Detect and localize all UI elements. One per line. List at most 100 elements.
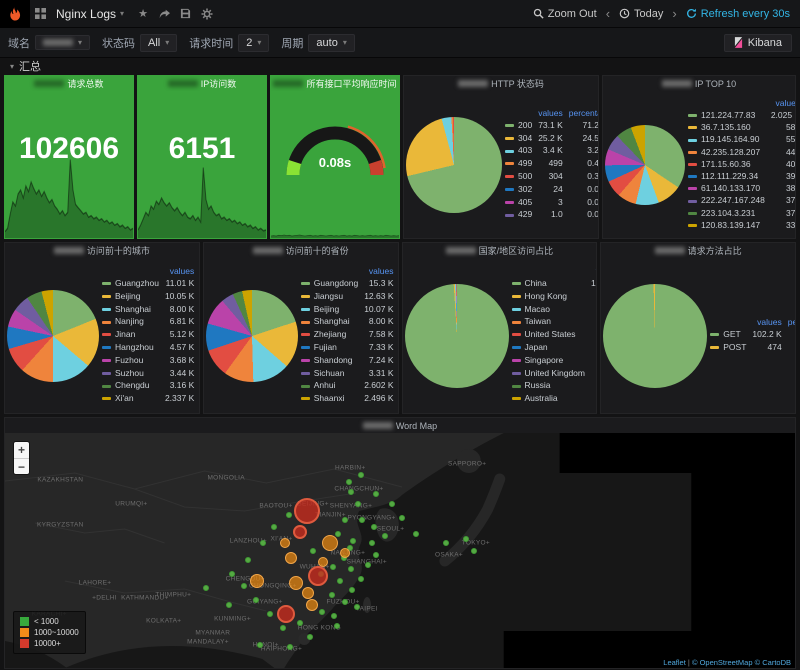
legend-row-Jinan[interactable]: Jinan5.12 K8.79% — [99, 328, 200, 341]
legend-row-Guangdong[interactable]: Guangdong15.3 K19.95% — [298, 277, 399, 290]
map-marker-green[interactable] — [355, 501, 361, 507]
panel-title[interactable]: HTTP 状态码 — [404, 76, 598, 91]
legend-row-499[interactable]: 4994990.49% — [502, 157, 599, 170]
http-status-pie-chart[interactable] — [406, 117, 502, 213]
map-marker-green[interactable] — [358, 576, 364, 582]
map-marker-green[interactable] — [369, 540, 375, 546]
legend-row-Jiangsu[interactable]: Jiangsu12.63 K16.46% — [298, 290, 399, 303]
legend-row-304[interactable]: 30425.2 K24.57% — [502, 132, 599, 145]
map-marker-orange[interactable] — [322, 535, 338, 551]
save-icon[interactable] — [180, 8, 191, 19]
panel-title[interactable]: IP访问数 — [138, 76, 266, 91]
map-marker-green[interactable] — [245, 557, 251, 563]
legend-row-Beijing[interactable]: Beijing10.05 K17.27% — [99, 290, 200, 303]
time-forward-chevron[interactable]: › — [672, 6, 676, 21]
panel-title[interactable]: Word Map — [5, 418, 795, 433]
legend-row-Australia[interactable]: Australia240.02% — [509, 392, 598, 405]
map-marker-green[interactable] — [319, 609, 325, 615]
map-marker-green[interactable] — [267, 611, 273, 617]
map-marker-green[interactable] — [348, 566, 354, 572]
legend-row-POST[interactable]: POST4740.46% — [707, 341, 796, 354]
zoom-out-button[interactable]: Zoom Out — [533, 8, 597, 20]
map-marker-green[interactable] — [310, 548, 316, 554]
map-marker-red[interactable] — [308, 566, 328, 586]
legend-row-403[interactable]: 4033.4 K3.29% — [502, 144, 599, 157]
panel-title[interactable]: 请求总数 — [5, 76, 133, 91]
map-marker-green[interactable] — [286, 512, 292, 518]
map-marker-green[interactable] — [413, 531, 419, 537]
ip-top10-pie-chart[interactable] — [605, 125, 685, 205]
panel-title[interactable]: 请求方法占比 — [601, 243, 795, 258]
legend-row-223.104.3.231[interactable]: 223.104.3.2313776.41% — [685, 207, 796, 219]
map-marker-red[interactable] — [277, 605, 295, 623]
legend-row-500[interactable]: 5003040.30% — [502, 170, 599, 183]
dashboard-title[interactable]: Nginx Logs ▾ — [56, 7, 124, 21]
variable-request-time-select[interactable]: 2▾ — [238, 34, 269, 52]
map-marker-green[interactable] — [330, 564, 336, 570]
legend-row-112.111.229.34[interactable]: 112.111.229.343946.70% — [685, 170, 796, 182]
map-marker-green[interactable] — [307, 634, 313, 640]
map-marker-green[interactable] — [463, 536, 469, 542]
map-marker-green[interactable] — [337, 578, 343, 584]
map-marker-green[interactable] — [297, 620, 303, 626]
legend-row-Shandong[interactable]: Shandong7.24 K9.44% — [298, 354, 399, 367]
legend-row-120.83.139.147[interactable]: 120.83.139.1473375.73% — [685, 219, 796, 231]
legend-row-Fujian[interactable]: Fujian7.33 K9.55% — [298, 341, 399, 354]
variable-domain-select[interactable]: ▾ — [35, 35, 90, 50]
panel-title[interactable]: 所有接口平均响应时间 — [271, 76, 399, 91]
leaflet-link[interactable]: Leaflet — [663, 658, 686, 667]
legend-row-Macao[interactable]: Macao3180.31% — [509, 303, 598, 316]
share-icon[interactable] — [158, 8, 170, 20]
time-back-chevron[interactable]: ‹ — [606, 6, 610, 21]
legend-row-222.247.167.248[interactable]: 222.247.167.2483796.44% — [685, 194, 796, 206]
map-marker-red[interactable] — [294, 498, 320, 524]
map-marker-green[interactable] — [271, 524, 277, 530]
top-provinces-pie-chart[interactable] — [206, 290, 298, 382]
methods-pie-chart[interactable] — [603, 284, 707, 388]
legend-row-Shanghai[interactable]: Shanghai8.00 K10.43% — [298, 315, 399, 328]
legend-row-Shaanxi[interactable]: Shaanxi2.496 K3.25% — [298, 392, 399, 405]
panel-title[interactable]: 访问前十的城市 — [5, 243, 199, 258]
panel-title[interactable]: IP TOP 10 — [603, 76, 795, 91]
map-marker-green[interactable] — [331, 613, 337, 619]
legend-row-302[interactable]: 302240.02% — [502, 183, 599, 196]
map-marker-green[interactable] — [443, 540, 449, 546]
map-zoom-in-button[interactable]: + — [14, 442, 29, 458]
map-marker-green[interactable] — [373, 552, 379, 558]
legend-row-171.15.60.36[interactable]: 171.15.60.364006.80% — [685, 158, 796, 170]
map-marker-orange[interactable] — [302, 587, 314, 599]
kibana-button[interactable]: Kibana — [724, 34, 792, 52]
map-marker-green[interactable] — [365, 562, 371, 568]
map-marker-green[interactable] — [389, 501, 395, 507]
map-marker-green[interactable] — [342, 517, 348, 523]
map-marker-green[interactable] — [287, 644, 293, 650]
settings-gear-icon[interactable] — [201, 8, 213, 20]
osm-link[interactable]: © OpenStreetMap — [692, 658, 753, 667]
map-marker-green[interactable] — [399, 515, 405, 521]
map-marker-green[interactable] — [382, 533, 388, 539]
top-cities-pie-chart[interactable] — [7, 290, 99, 382]
legend-row-Russia[interactable]: Russia250.02% — [509, 379, 598, 392]
map-marker-green[interactable] — [342, 599, 348, 605]
legend-row-Hong Kong[interactable]: Hong Kong4170.41% — [509, 290, 598, 303]
map-marker-green[interactable] — [373, 491, 379, 497]
map-marker-green[interactable] — [241, 583, 247, 589]
legend-row-Xi'an[interactable]: Xi'an2.337 K4.02% — [99, 392, 200, 405]
grafana-logo[interactable] — [0, 0, 30, 28]
legend-row-Shanghai[interactable]: Shanghai8.00 K13.76% — [99, 303, 200, 316]
section-row-summary[interactable]: ▾ 汇总 — [0, 58, 800, 74]
map-marker-orange[interactable] — [306, 599, 318, 611]
legend-row-61.140.133.170[interactable]: 61.140.133.1703836.51% — [685, 182, 796, 194]
star-icon[interactable]: ★ — [138, 7, 148, 20]
legend-row-Taiwan[interactable]: Taiwan860.08% — [509, 315, 598, 328]
map-marker-green[interactable] — [471, 548, 477, 554]
legend-row-200[interactable]: 20073.1 K71.27% — [502, 119, 599, 132]
legend-row-121.224.77.83[interactable]: 121.224.77.832.025 K34.44% — [685, 109, 796, 121]
map-marker-green[interactable] — [371, 524, 377, 530]
legend-row-119.145.164.90[interactable]: 119.145.164.905509.35% — [685, 133, 796, 145]
legend-row-Japan[interactable]: Japan440.04% — [509, 341, 598, 354]
countries-pie-chart[interactable] — [405, 284, 509, 388]
map-marker-green[interactable] — [226, 602, 232, 608]
panel-title[interactable]: 访问前十的省份 — [204, 243, 398, 258]
map-marker-green[interactable] — [358, 472, 364, 478]
